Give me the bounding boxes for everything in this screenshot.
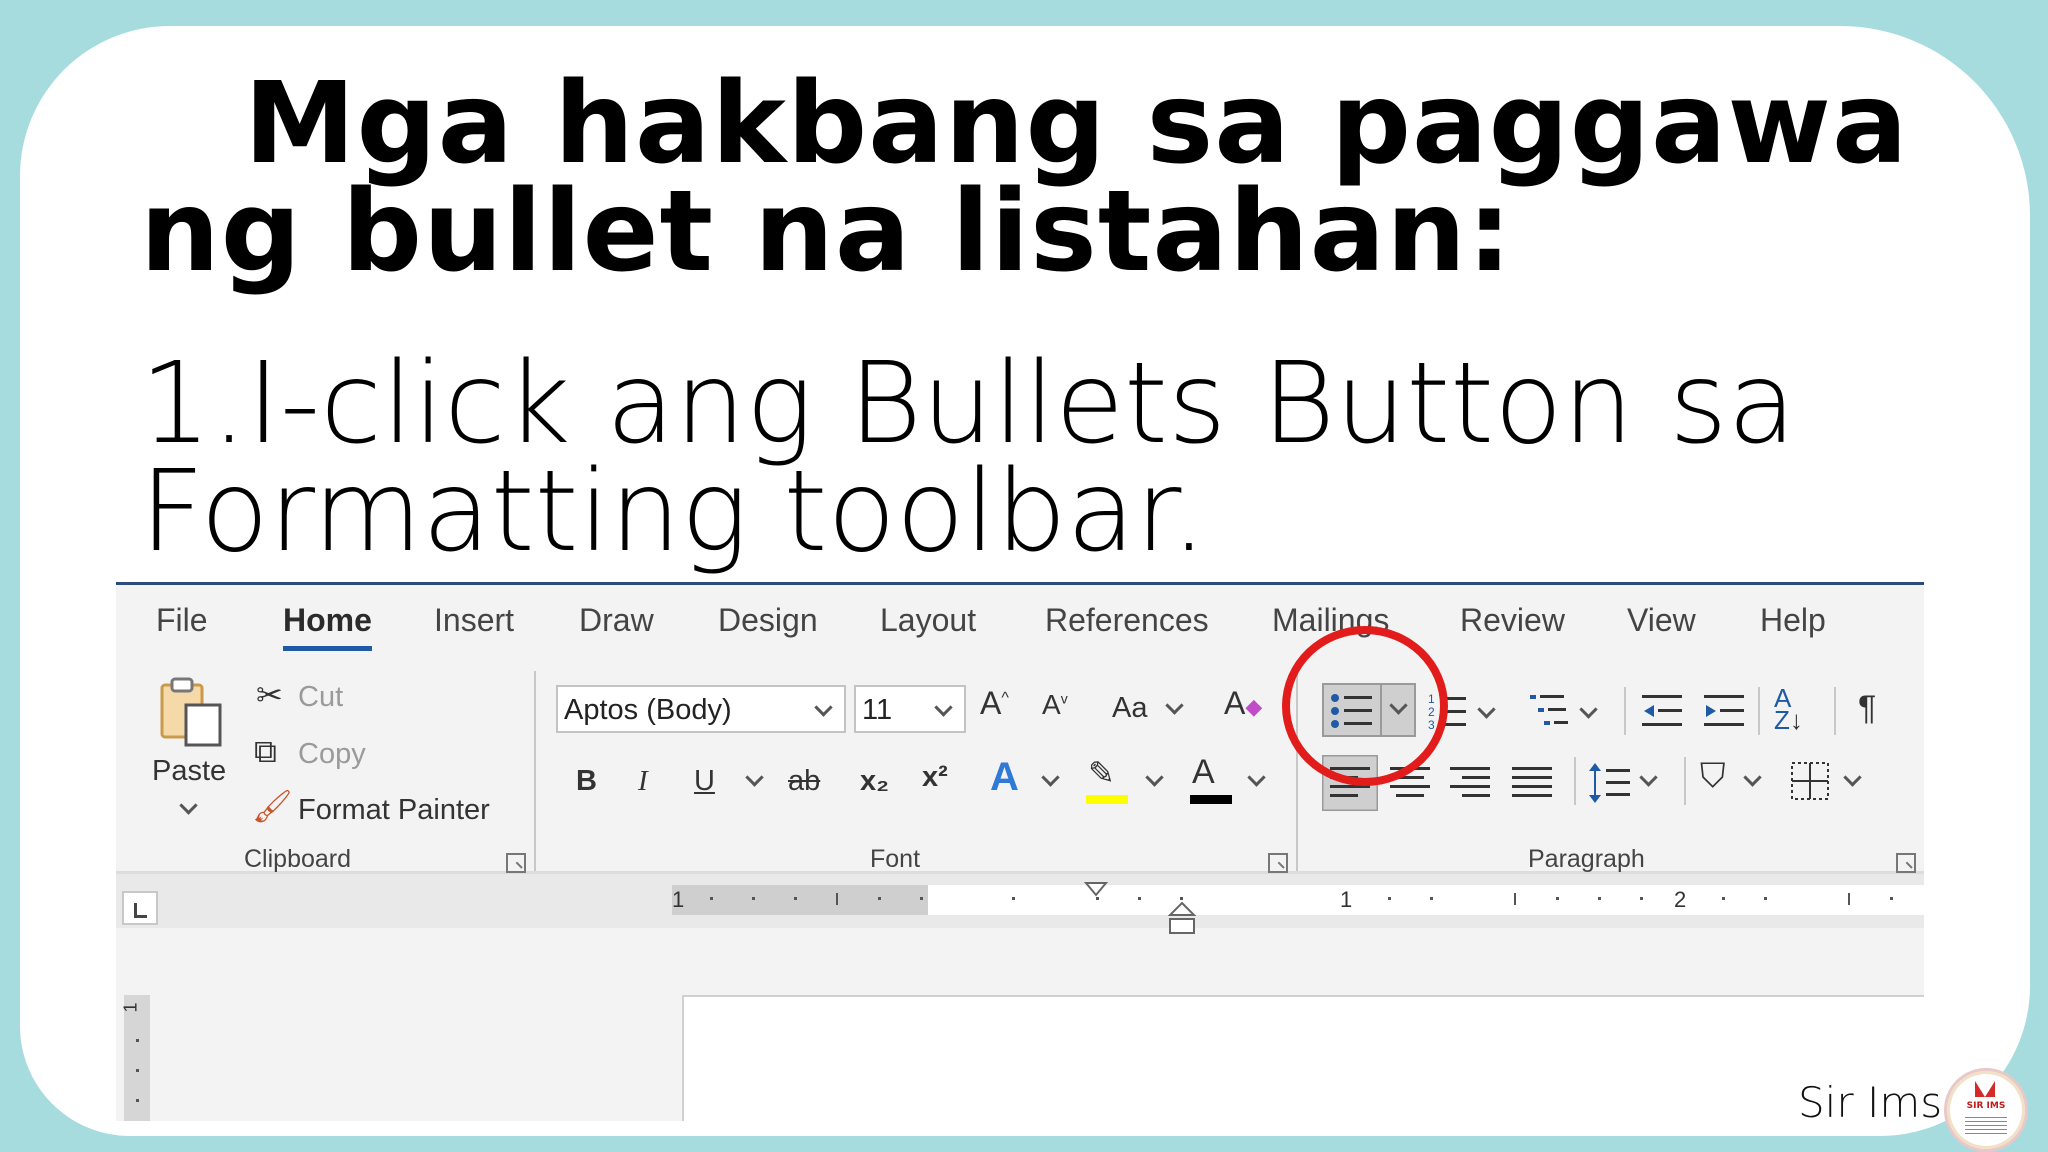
line-spacing-icon[interactable] xyxy=(1588,761,1632,805)
tab-selector-icon[interactable] xyxy=(122,891,158,925)
clipboard-launcher-icon[interactable] xyxy=(506,853,526,873)
clipboard-group-label: Clipboard xyxy=(244,845,352,873)
channel-logo: SIR IMS xyxy=(1944,1068,2028,1152)
tab-review[interactable]: Review xyxy=(1460,602,1565,639)
tab-view[interactable]: View xyxy=(1627,602,1696,639)
divider xyxy=(1684,757,1686,805)
font-size-select[interactable]: 11 xyxy=(854,685,966,733)
increase-indent-icon[interactable] xyxy=(1704,691,1746,731)
title-line-1: Mga hakbang sa paggawa xyxy=(244,59,1909,189)
shading-icon[interactable]: ⛉ xyxy=(1700,759,1726,793)
text-effects-icon[interactable]: A xyxy=(990,757,1019,797)
step-line-2: Formatting toolbar. xyxy=(140,447,1207,577)
divider xyxy=(1758,687,1760,735)
highlight-circle xyxy=(1282,626,1448,786)
paragraph-launcher-icon[interactable] xyxy=(1896,853,1916,873)
paragraph-group-label: Paragraph xyxy=(1528,845,1645,873)
multilevel-list-icon[interactable] xyxy=(1530,691,1570,731)
superscript-button[interactable]: x² xyxy=(922,761,948,794)
tab-draw[interactable]: Draw xyxy=(579,602,654,639)
group-divider xyxy=(534,671,536,871)
divider xyxy=(1834,687,1836,735)
document-page[interactable] xyxy=(682,995,1924,1121)
chevron-down-icon xyxy=(934,698,953,717)
ruler-number: 1 xyxy=(1340,887,1353,912)
ribbon-tabs: File Home Insert Draw Design Layout Refe… xyxy=(116,585,1924,651)
highlight-color-swatch xyxy=(1086,795,1128,804)
slide-title: Mga hakbang sa paggawa ng bullet na list… xyxy=(140,59,1990,297)
tab-home[interactable]: Home xyxy=(283,602,372,651)
ruler-margin xyxy=(672,885,928,915)
tab-design[interactable]: Design xyxy=(718,602,818,639)
chevron-down-icon xyxy=(814,698,833,717)
title-line-2: ng bullet na listahan: xyxy=(140,167,1513,297)
logo-text: SIR IMS xyxy=(1966,1101,2006,1111)
vertical-ruler-number: 1 xyxy=(120,1002,141,1013)
cut-button[interactable]: Cut xyxy=(298,681,343,714)
decrease-indent-icon[interactable] xyxy=(1642,691,1684,731)
signature: Sir Ims xyxy=(1798,1078,1943,1127)
sort-icon[interactable]: A Z↓ xyxy=(1774,685,1803,733)
divider xyxy=(1624,687,1626,735)
font-color-icon[interactable]: A xyxy=(1192,755,1215,789)
scissors-icon: ✂ xyxy=(256,677,283,713)
step-line-1: 1.I-click ang Bullets Button sa xyxy=(140,339,1797,469)
divider xyxy=(1574,757,1576,805)
font-size-value: 11 xyxy=(862,694,893,726)
tab-file[interactable]: File xyxy=(156,602,208,639)
ruler-number: 1 xyxy=(672,887,685,912)
ruler[interactable] xyxy=(928,885,1924,915)
copy-icon: ⧉ xyxy=(254,733,277,769)
font-family-select[interactable]: Aptos (Body) xyxy=(556,685,846,733)
show-formatting-marks-icon[interactable]: ¶ xyxy=(1858,691,1876,725)
change-case-button[interactable]: Aa xyxy=(1112,692,1147,725)
paste-icon xyxy=(160,677,222,747)
justify-icon[interactable] xyxy=(1512,763,1552,803)
font-color-swatch xyxy=(1190,795,1232,804)
first-line-indent-icon[interactable] xyxy=(1084,881,1108,901)
font-family-value: Aptos (Body) xyxy=(564,694,732,726)
paintbrush-icon: 🖌 xyxy=(252,788,293,824)
font-group-label: Font xyxy=(870,845,921,873)
step-instruction: 1.I-click ang Bullets Button sa Formatti… xyxy=(140,339,1990,577)
logo-mark-icon xyxy=(1975,1081,1995,1097)
word-window: File Home Insert Draw Design Layout Refe… xyxy=(116,582,1924,1121)
highlighter-icon[interactable]: ✎ xyxy=(1088,757,1115,789)
hanging-indent-icon[interactable] xyxy=(1168,901,1196,937)
vertical-ruler: 1 xyxy=(120,995,150,1121)
align-right-icon[interactable] xyxy=(1450,763,1490,803)
bold-button[interactable]: B xyxy=(576,765,597,798)
tab-insert[interactable]: Insert xyxy=(434,602,514,639)
format-painter-button[interactable]: Format Painter xyxy=(298,794,490,827)
tab-layout[interactable]: Layout xyxy=(880,602,976,639)
tab-help[interactable]: Help xyxy=(1760,602,1826,639)
italic-button[interactable]: I xyxy=(638,765,648,798)
tab-references[interactable]: References xyxy=(1045,602,1209,639)
strikethrough-button[interactable]: ab xyxy=(788,765,820,798)
clear-formatting-icon[interactable]: A◆ xyxy=(1224,687,1262,719)
copy-button[interactable]: Copy xyxy=(298,738,366,771)
grow-font-icon[interactable]: A^ xyxy=(980,687,1009,719)
ruler-number: 2 xyxy=(1674,887,1687,912)
paste-label: Paste xyxy=(152,755,227,787)
home-ribbon xyxy=(116,643,1924,874)
shrink-font-icon[interactable]: Av xyxy=(1042,691,1068,719)
underline-button[interactable]: U xyxy=(694,765,715,798)
borders-icon[interactable] xyxy=(1790,761,1830,801)
font-launcher-icon[interactable] xyxy=(1268,853,1288,873)
subscript-button[interactable]: x₂ xyxy=(860,765,889,798)
